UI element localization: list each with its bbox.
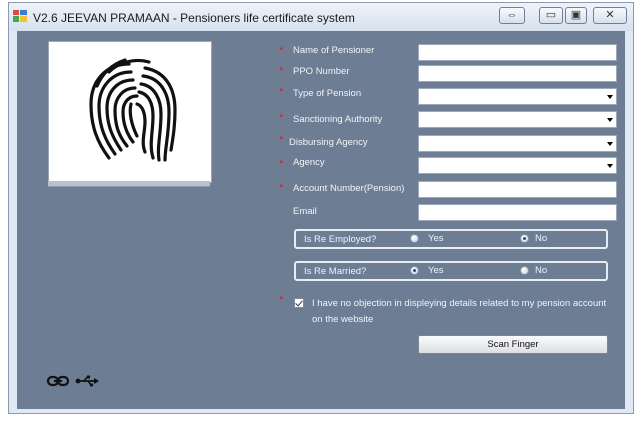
ppo-number-input[interactable] — [418, 65, 617, 82]
sanctioning-authority-dropdown[interactable] — [418, 111, 617, 128]
chevron-down-icon[interactable] — [607, 142, 613, 146]
required-marker: * — [279, 112, 284, 124]
agency-dropdown[interactable] — [418, 157, 617, 174]
account-number-input[interactable] — [418, 181, 617, 198]
link-icon — [47, 375, 69, 387]
re-married-yes-radio[interactable] — [410, 266, 419, 275]
re-married-no-radio[interactable] — [520, 266, 529, 275]
sanctioning-authority-label: Sanctioning Authority — [293, 114, 383, 125]
re-married-yes-label[interactable]: Yes — [428, 265, 444, 276]
account-number-label: Account Number(Pension) — [293, 183, 405, 194]
form-panel: * Name of Pensioner * PPO Number * Type … — [17, 31, 625, 409]
consent-checkbox[interactable] — [294, 298, 304, 308]
required-marker: * — [279, 294, 284, 306]
app-window: V2.6 JEEVAN PRAMAAN - Pensioners life ce… — [8, 2, 634, 414]
maximize-icon: ▣ — [570, 9, 582, 21]
email-label: Email — [293, 206, 317, 217]
disbursing-agency-dropdown[interactable] — [418, 135, 617, 152]
swap-window-button[interactable]: ⇔ — [499, 7, 525, 24]
title-bar[interactable]: V2.6 JEEVAN PRAMAAN - Pensioners life ce… — [9, 3, 633, 31]
close-button[interactable]: ✕ — [593, 7, 627, 24]
ppo-number-label: PPO Number — [293, 66, 350, 77]
scan-finger-button[interactable]: Scan Finger — [418, 335, 608, 354]
agency-label: Agency — [293, 157, 325, 168]
window-title: V2.6 JEEVAN PRAMAAN - Pensioners life ce… — [33, 11, 355, 25]
swap-icon: ⇔ — [506, 9, 518, 21]
type-of-pension-label: Type of Pension — [293, 88, 362, 99]
name-of-pensioner-label: Name of Pensioner — [293, 45, 375, 56]
fingerprint-image-frame — [48, 181, 210, 187]
re-employed-no-label[interactable]: No — [535, 233, 547, 244]
re-married-group: Is Re Married? Yes No — [294, 261, 608, 281]
name-of-pensioner-input[interactable] — [418, 44, 617, 61]
usb-icon — [75, 375, 99, 387]
re-employed-label: Is Re Employed? — [304, 234, 377, 245]
minimize-button[interactable]: ▭ — [539, 7, 563, 24]
type-of-pension-dropdown[interactable] — [418, 88, 617, 105]
re-employed-yes-radio[interactable] — [410, 234, 419, 243]
email-input[interactable] — [418, 204, 617, 221]
required-marker: * — [279, 45, 284, 57]
minimize-icon: ▭ — [545, 9, 557, 21]
re-employed-no-radio[interactable] — [520, 234, 529, 243]
close-icon: ✕ — [605, 9, 615, 21]
fingerprint-image — [48, 41, 212, 183]
disbursing-agency-label: Disbursing Agency — [289, 137, 368, 148]
re-married-label: Is Re Married? — [304, 266, 367, 277]
required-marker: * — [279, 182, 284, 194]
required-marker: * — [279, 134, 284, 146]
required-marker: * — [279, 65, 284, 77]
re-employed-group: Is Re Employed? Yes No — [294, 229, 608, 249]
chevron-down-icon[interactable] — [607, 95, 613, 99]
re-employed-yes-label[interactable]: Yes — [428, 233, 444, 244]
required-marker: * — [279, 158, 284, 170]
consent-text[interactable]: I have no objection in displeying detail… — [312, 296, 612, 328]
re-married-no-label[interactable]: No — [535, 265, 547, 276]
chevron-down-icon[interactable] — [607, 164, 613, 168]
fingerprint-icon — [89, 58, 177, 162]
app-icon — [13, 10, 27, 22]
maximize-button[interactable]: ▣ — [565, 7, 587, 24]
chevron-down-icon[interactable] — [607, 118, 613, 122]
required-marker: * — [279, 86, 284, 98]
